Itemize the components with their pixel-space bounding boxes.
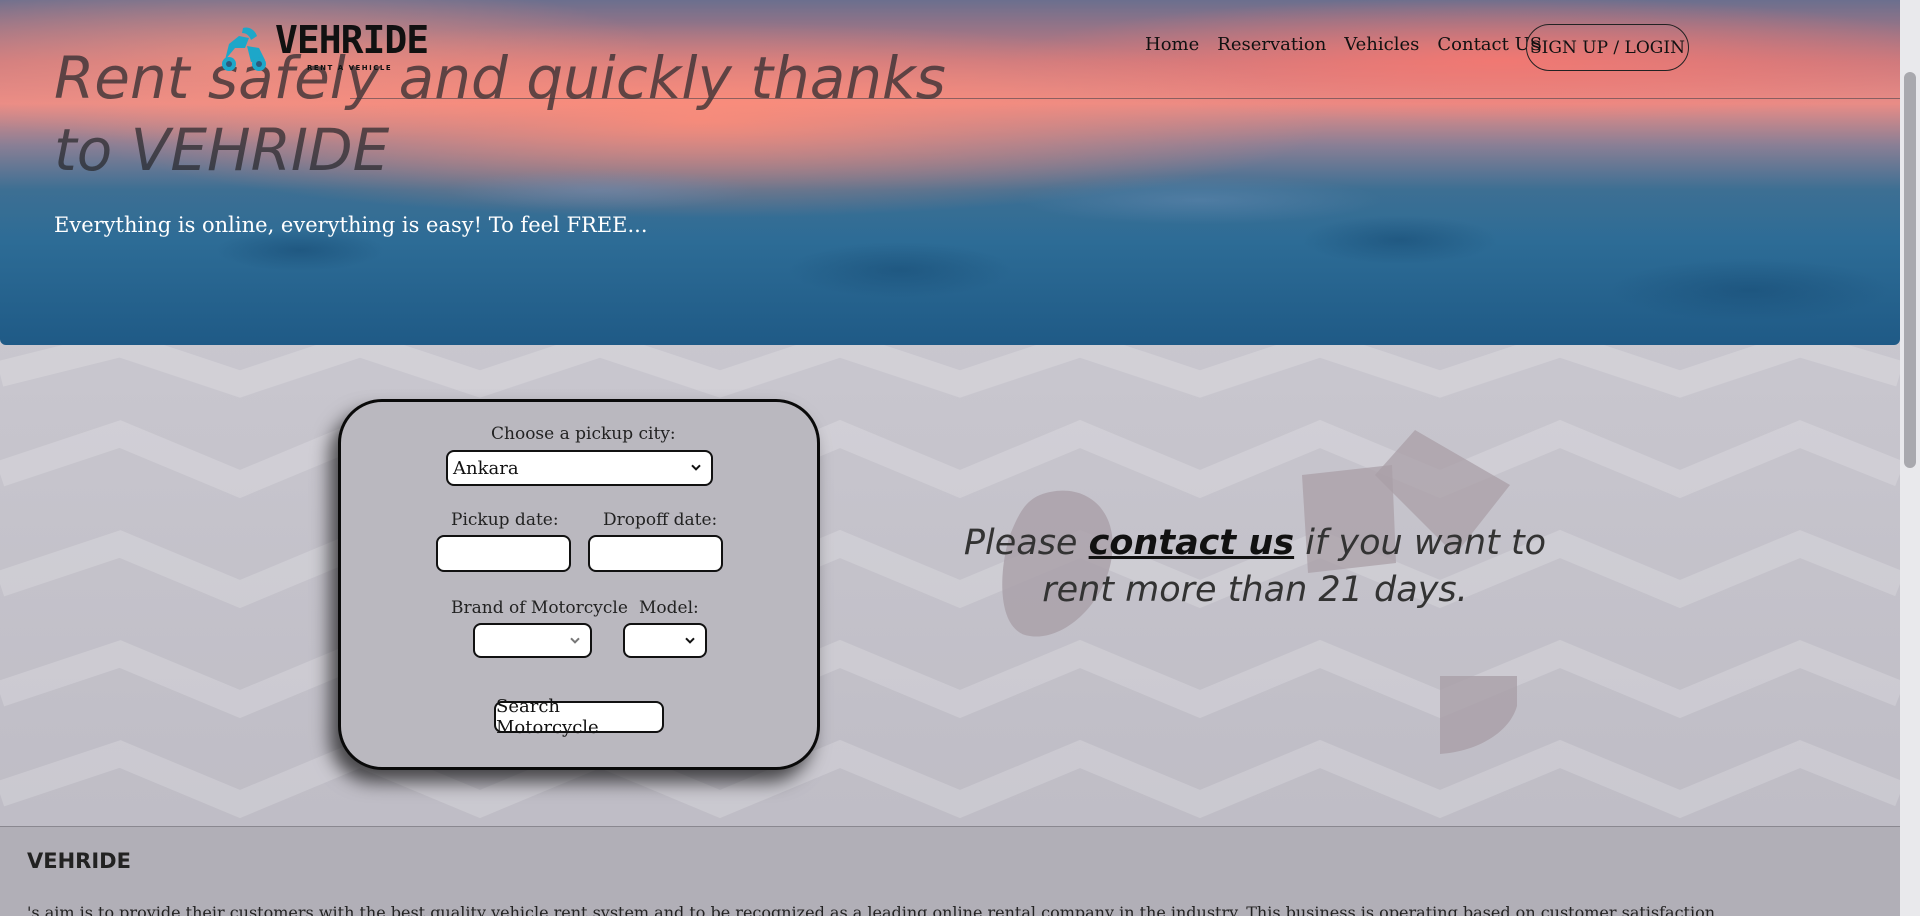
hero-subtitle: Everything is online, everything is easy… (54, 213, 648, 237)
pickup-date-input[interactable] (436, 535, 571, 572)
motorcycle-model-select[interactable] (623, 623, 707, 658)
logo[interactable]: VEHRIDE RENT A VEHICLE (215, 18, 429, 76)
pickup-city-label: Choose a pickup city: (491, 424, 676, 444)
search-form-card: Choose a pickup city: Ankara Pickup date… (338, 399, 820, 770)
contact-message: Please contact us if you want to rent mo… (930, 520, 1580, 614)
vertical-scrollbar[interactable] (1900, 0, 1920, 916)
chevron-down-icon (691, 464, 701, 471)
contact-prefix: Please (963, 523, 1078, 563)
motorcycle-brand-label: Brand of Motorcycle (451, 598, 628, 618)
about-section: VEHRIDE 's aim is to provide their custo… (0, 826, 1900, 916)
chevron-down-icon (570, 637, 580, 644)
pickup-date-label: Pickup date: (451, 510, 559, 530)
scrollbar-thumb[interactable] (1904, 72, 1916, 468)
chevron-down-icon (685, 637, 695, 644)
logo-wordmark: VEHRIDE (275, 18, 429, 62)
pickup-city-select[interactable]: Ankara (446, 450, 713, 486)
decorative-leaf-shape (1440, 676, 1517, 754)
nav-reservation-link[interactable]: Reservation (1217, 34, 1326, 55)
about-title: VEHRIDE (27, 849, 131, 873)
about-text: 's aim is to provide their customers wit… (27, 903, 1716, 916)
pickup-city-value: Ankara (453, 457, 519, 479)
signup-login-button[interactable]: SIGN UP / LOGIN (1526, 24, 1689, 71)
nav-links: Home Reservation Vehicles Contact US (1145, 34, 1560, 55)
contact-us-link[interactable]: contact us (1089, 523, 1294, 563)
navbar-divider (350, 98, 1900, 99)
dropoff-date-label: Dropoff date: (603, 510, 718, 530)
dropoff-date-input[interactable] (588, 535, 723, 572)
page: Rent safely and quickly thanks to VEHRID… (0, 0, 1900, 916)
nav-vehicles-link[interactable]: Vehicles (1344, 34, 1419, 55)
search-motorcycle-button[interactable]: Search Motorcycle (494, 696, 664, 738)
nav-home-link[interactable]: Home (1145, 34, 1199, 55)
navbar: VEHRIDE RENT A VEHICLE Home Reservation … (0, 0, 1900, 100)
motorcycle-model-label: Model: (639, 598, 699, 618)
logo-tagline: RENT A VEHICLE (307, 64, 393, 72)
motorcycle-brand-select[interactable] (473, 623, 592, 658)
motorcycle-logo-icon (222, 27, 266, 71)
